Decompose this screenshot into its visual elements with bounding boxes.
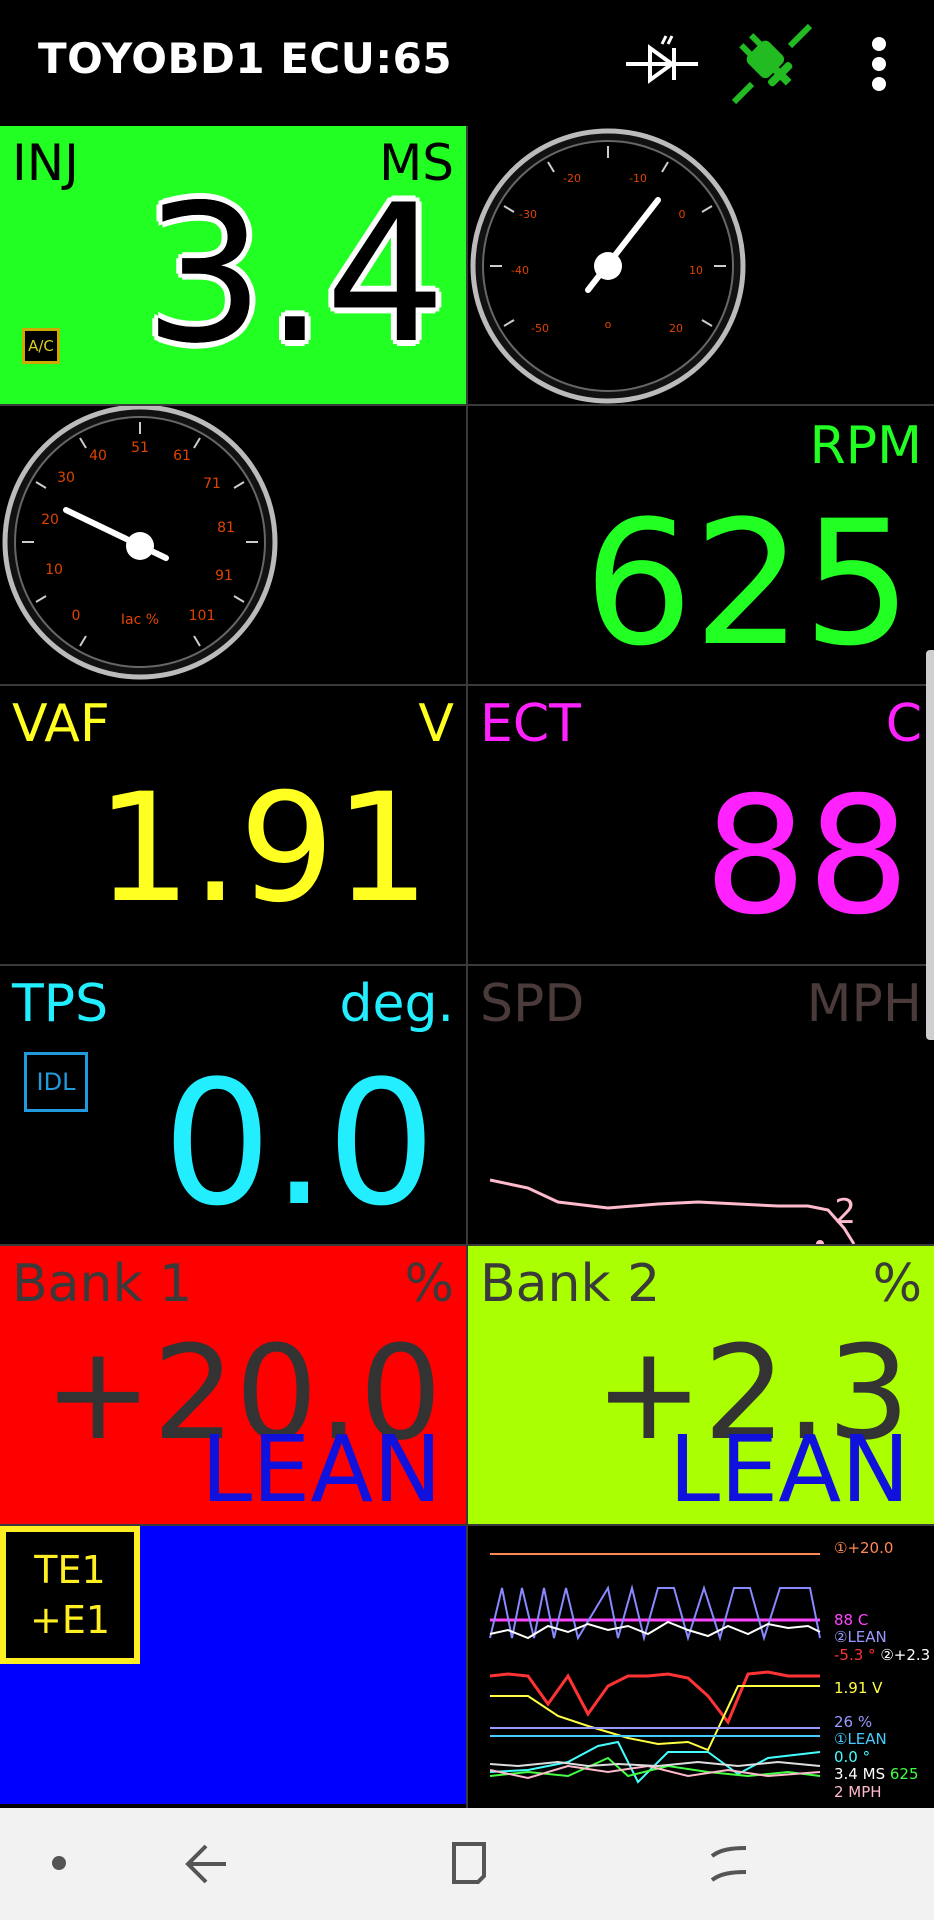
gauge-tick: 0 — [72, 608, 81, 624]
te1-line1: TE1 — [34, 1548, 106, 1592]
gauge-tick: 10 — [45, 562, 63, 578]
bank2-status: LEAN — [668, 1416, 910, 1523]
gauge-tick: 20 — [669, 322, 683, 335]
gauge-tick: -20 — [563, 172, 581, 185]
legend-item: 3.4 MS — [834, 1765, 886, 1783]
trend-legend: ①+20.0 88 C ②LEAN -5.3 ° ②+2.3 1.91 V 26… — [834, 1539, 931, 1801]
bank2-label: Bank 2 — [480, 1254, 661, 1314]
te1-tile[interactable]: TE1 +E1 — [0, 1526, 466, 1804]
iac-gauge-tile[interactable]: 0 10 20 30 40 51 61 71 81 91 101 Iac % — [0, 406, 466, 684]
idl-badge: IDL — [24, 1052, 88, 1112]
legend-item: ②LEAN — [834, 1628, 887, 1646]
legend-item: -5.3 ° — [834, 1645, 876, 1664]
bank2-tile[interactable]: Bank 2 % +2.3 LEAN — [468, 1246, 934, 1524]
ac-badge: A/C — [22, 328, 60, 364]
plug-connected-icon[interactable] — [726, 20, 816, 114]
bank1-unit: % — [404, 1254, 454, 1314]
legend-item: 26 % — [834, 1712, 873, 1731]
spd-tile[interactable]: SPD MPH 2 — [468, 966, 934, 1244]
gauge-tick: 101 — [189, 608, 216, 624]
gauge-tick: 10 — [689, 264, 703, 277]
bank2-unit: % — [872, 1254, 922, 1314]
multi-trend-tile[interactable]: ①+20.0 88 C ②LEAN -5.3 ° ②+2.3 1.91 V 26… — [468, 1526, 934, 1804]
diode-icon[interactable] — [622, 22, 702, 106]
rpm-value: 625 — [583, 483, 912, 684]
legend-item: 88 C — [834, 1610, 869, 1629]
gauge-tick: 30 — [57, 470, 75, 486]
grid-divider — [0, 684, 934, 686]
vaf-value: 1.91 — [96, 762, 430, 936]
ect-tile[interactable]: ECT C 88 — [468, 686, 934, 964]
gauge-tick: 20 — [41, 512, 59, 528]
legend-item: ②+2.3 — [880, 1645, 931, 1664]
app-bar: TOYOBD1 ECU:65 — [0, 0, 934, 126]
grid-divider — [0, 404, 934, 406]
tps-label: TPS — [12, 974, 109, 1034]
te1-badge: TE1 +E1 — [0, 1526, 140, 1664]
vaf-tile[interactable]: VAF V 1.91 — [0, 686, 466, 964]
legend-item: 0.0 ° — [834, 1747, 871, 1766]
gauge-hub — [594, 252, 622, 280]
tps-value: 0.0 — [162, 1043, 436, 1244]
inj-label: INJ — [12, 134, 79, 192]
home-icon[interactable] — [448, 1840, 490, 1886]
gauge-tick: 51 — [131, 440, 149, 456]
spd-value: 2 — [834, 1192, 856, 1232]
gauge-tick: 91 — [215, 568, 233, 584]
gauge-tick: 40 — [89, 448, 107, 464]
gauge-tick: 71 — [203, 476, 221, 492]
legend-item: 625 — [889, 1765, 919, 1783]
grid-divider — [0, 1244, 934, 1246]
system-nav-bar — [0, 1808, 934, 1920]
legend-item: 1.91 V — [834, 1679, 883, 1697]
legend-item: ①LEAN — [834, 1730, 887, 1748]
gauge-tick: 0 — [679, 208, 686, 221]
rpm-tile[interactable]: RPM 625 — [468, 406, 934, 684]
gauge-hub — [126, 532, 154, 560]
ignition-gauge: -20 -10 0 10 20 -30 -40 -50 o — [470, 128, 746, 404]
tps-unit: deg. — [339, 974, 454, 1034]
gauge-grid: INJ MS A/C 3.4 -20 -10 0 10 20 -30 -40 -… — [0, 126, 934, 1808]
gauge-tick: -40 — [511, 264, 529, 277]
inj-tile[interactable]: INJ MS A/C 3.4 — [0, 126, 466, 404]
tps-tile[interactable]: TPS deg. IDL 0.0 — [0, 966, 466, 1244]
nav-dot-icon[interactable] — [52, 1856, 66, 1870]
ect-value: 88 — [703, 763, 910, 951]
gauge-label: Iac % — [121, 612, 159, 628]
grid-divider — [466, 126, 468, 1808]
more-vert-icon[interactable] — [864, 36, 894, 96]
grid-divider — [0, 1524, 934, 1526]
spd-trend — [489, 1178, 856, 1244]
inj-value: 3.4 — [143, 164, 446, 385]
ect-label: ECT — [480, 694, 581, 754]
bank1-tile[interactable]: Bank 1 % +20.0 LEAN — [0, 1246, 466, 1524]
bank1-status: LEAN — [200, 1416, 442, 1523]
ignition-gauge-tile[interactable]: -20 -10 0 10 20 -30 -40 -50 o — [468, 126, 934, 404]
vaf-label: VAF — [12, 694, 110, 754]
gauge-tick: -10 — [629, 172, 647, 185]
vaf-unit: V — [418, 694, 454, 754]
recents-icon[interactable] — [706, 1842, 752, 1886]
iac-gauge: 0 10 20 30 40 51 61 71 81 91 101 Iac % — [2, 406, 278, 680]
back-icon[interactable] — [184, 1842, 230, 1886]
te1-line2: +E1 — [29, 1598, 111, 1642]
bank1-label: Bank 1 — [12, 1254, 193, 1314]
gauge-tick: 61 — [173, 448, 191, 464]
app-title: TOYOBD1 ECU:65 — [38, 34, 453, 83]
edge-panel-handle[interactable] — [926, 650, 934, 1040]
gauge-tick: 81 — [217, 520, 235, 536]
grid-divider — [0, 964, 934, 966]
gauge-center-mark: o — [605, 318, 612, 331]
rpm-label: RPM — [809, 416, 922, 476]
gauge-tick: -50 — [531, 322, 549, 335]
legend-item: 2 MPH — [834, 1782, 882, 1801]
legend-item: ①+20.0 — [834, 1539, 894, 1557]
gauge-tick: -30 — [519, 208, 537, 221]
ect-unit: C — [885, 694, 922, 754]
